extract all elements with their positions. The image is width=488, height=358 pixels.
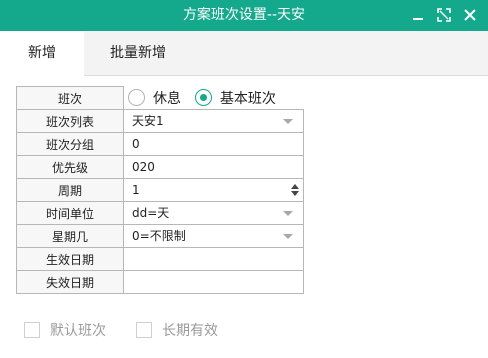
form-row-shift-list: 班次列表 天安1 <box>16 109 304 133</box>
default-shift-label: 默认班次 <box>50 323 106 339</box>
minimize-icon[interactable] <box>410 7 426 23</box>
close-icon[interactable] <box>462 7 478 23</box>
default-shift-checkbox[interactable]: 默认班次 <box>24 320 106 340</box>
form-row-shift-type: 班次 休息 基本班次 <box>16 86 304 110</box>
radio-rest-label: 休息 <box>153 90 181 107</box>
weekday-value: 0=不限制 <box>132 229 186 243</box>
effective-date-label: 生效日期 <box>16 247 124 271</box>
tab-bar: 新增 批量新增 <box>0 31 488 76</box>
radio-rest-circle <box>128 89 145 107</box>
form-row-shift-group: 班次分组 0 <box>16 132 304 156</box>
long-term-valid-label: 长期有效 <box>162 323 218 339</box>
shift-type-radios: 休息 基本班次 <box>123 86 304 110</box>
time-unit-value: dd=天 <box>132 206 170 220</box>
period-value: 1 <box>132 183 140 197</box>
radio-basic-shift-label: 基本班次 <box>219 90 276 107</box>
chevron-down-icon <box>283 211 293 216</box>
shift-list-value: 天安1 <box>132 114 164 128</box>
radio-basic-shift[interactable]: 基本班次 <box>194 88 276 108</box>
form-row-period: 周期 1 <box>16 178 304 202</box>
weekday-label: 星期几 <box>16 224 124 248</box>
shift-type-label: 班次 <box>16 86 124 110</box>
form-row-expiry-date: 失效日期 <box>16 270 304 294</box>
time-unit-select[interactable]: dd=天 <box>123 201 304 225</box>
shift-settings-form: 班次 休息 基本班次 班次列表 天安1 班次分组 0 优先级 020 周期 1 <box>16 86 304 294</box>
title-bar: 方案班次设置--天安 <box>0 0 488 31</box>
chevron-down-icon <box>283 234 293 239</box>
form-row-weekday: 星期几 0=不限制 <box>16 224 304 248</box>
tab-add[interactable]: 新增 <box>0 31 84 76</box>
long-term-valid-box <box>136 322 152 338</box>
radio-rest[interactable]: 休息 <box>128 88 181 108</box>
form-row-time-unit: 时间单位 dd=天 <box>16 201 304 225</box>
shift-group-value: 0 <box>132 137 140 151</box>
chevron-down-icon <box>283 119 293 124</box>
shift-group-input[interactable]: 0 <box>123 132 304 156</box>
period-spinner[interactable]: 1 <box>123 178 304 202</box>
period-label: 周期 <box>16 178 124 202</box>
priority-label: 优先级 <box>16 155 124 179</box>
expiry-date-input[interactable] <box>123 270 304 294</box>
long-term-valid-checkbox[interactable]: 长期有效 <box>136 320 218 340</box>
form-row-effective-date: 生效日期 <box>16 247 304 271</box>
priority-input[interactable]: 020 <box>123 155 304 179</box>
weekday-select[interactable]: 0=不限制 <box>123 224 304 248</box>
maximize-icon[interactable] <box>436 7 452 23</box>
time-unit-label: 时间单位 <box>16 201 124 225</box>
radio-basic-shift-circle <box>194 89 212 107</box>
effective-date-input[interactable] <box>123 247 304 271</box>
priority-value: 020 <box>132 160 155 174</box>
tab-batch-add[interactable]: 批量新增 <box>84 31 192 75</box>
spinner-arrows-icon[interactable] <box>291 184 299 196</box>
form-row-priority: 优先级 020 <box>16 155 304 179</box>
shift-list-select[interactable]: 天安1 <box>123 109 304 133</box>
shift-group-label: 班次分组 <box>16 132 124 156</box>
shift-list-label: 班次列表 <box>16 109 124 133</box>
default-shift-box <box>24 322 40 338</box>
expiry-date-label: 失效日期 <box>16 270 124 294</box>
